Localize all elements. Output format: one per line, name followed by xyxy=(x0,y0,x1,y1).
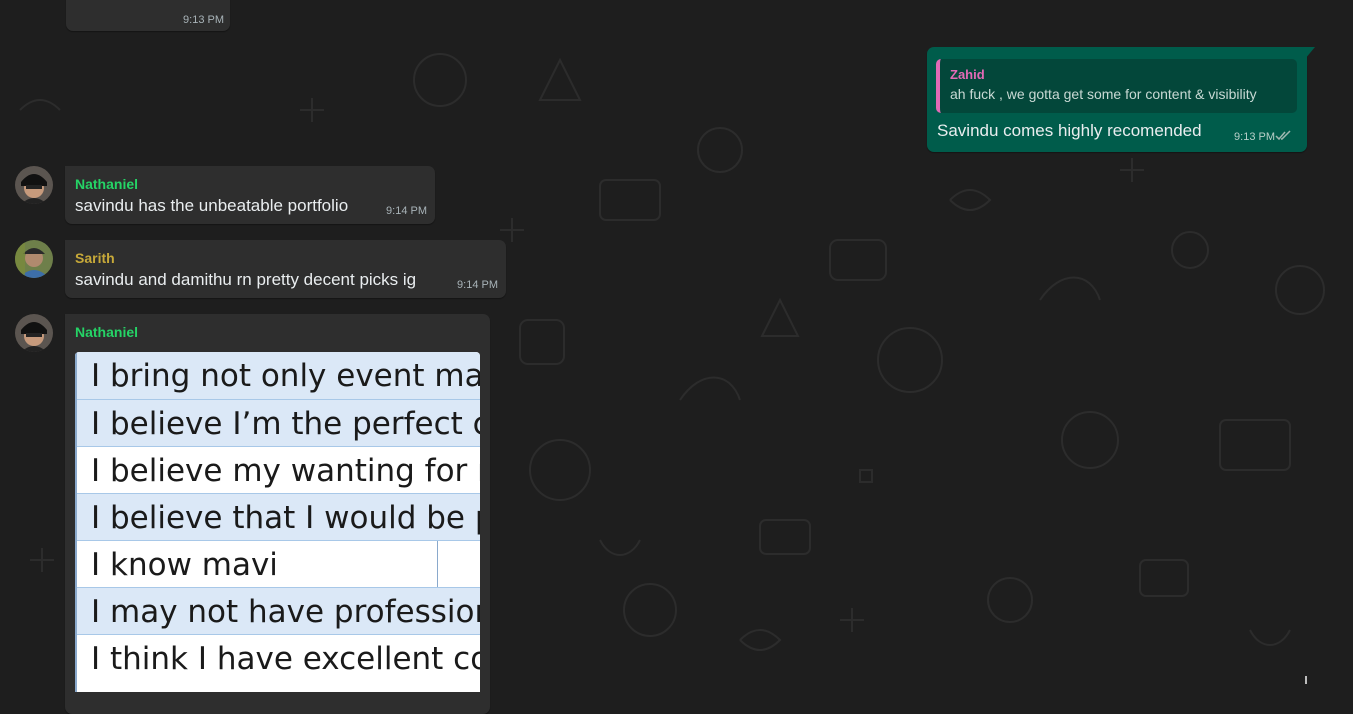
spreadsheet-row: I may not have professiona xyxy=(75,587,480,634)
spreadsheet-row: I believe that I would be pe xyxy=(75,493,480,540)
scrollbar-thumb[interactable] xyxy=(1305,676,1307,684)
row-text: I believe that I would be pe xyxy=(91,500,480,536)
row-text: I may not have professiona xyxy=(91,594,480,630)
incoming-message-bubble[interactable]: Nathaniel savindu has the unbeatable por… xyxy=(65,166,435,224)
cell-border xyxy=(437,541,438,587)
row-text: I think I have excellent com xyxy=(91,641,480,677)
message-time: 9:13 PM xyxy=(1234,131,1275,143)
message-text: Savindu comes highly recomended xyxy=(937,121,1202,140)
double-check-icon xyxy=(1275,130,1291,141)
row-text: I bring not only event mana xyxy=(91,358,480,394)
spreadsheet-row: I know mavi xyxy=(75,540,480,587)
row-text: I believe I’m the perfect car xyxy=(91,406,480,442)
message-bubble-previous: 9:13 PM xyxy=(66,0,230,31)
spreadsheet-row: I think I have excellent com xyxy=(75,634,480,681)
message-time: 9:13 PM xyxy=(183,14,224,26)
image-attachment[interactable]: I bring not only event mana I believe I’… xyxy=(75,352,480,692)
row-text: I know mavi xyxy=(91,547,278,583)
bubble-tail xyxy=(1305,47,1315,59)
message-text: savindu has the unbeatable portfolio xyxy=(75,196,349,215)
sender-name[interactable]: Nathaniel xyxy=(75,176,138,192)
sheet-left-border xyxy=(75,352,77,692)
outgoing-message-bubble[interactable]: Zahid ah fuck , we gotta get some for co… xyxy=(927,47,1307,152)
incoming-image-message-bubble[interactable]: Nathaniel I bring not only event mana I … xyxy=(65,314,490,714)
sender-name[interactable]: Nathaniel xyxy=(75,324,138,340)
sender-name[interactable]: Sarith xyxy=(75,250,115,266)
avatar-nathaniel[interactable] xyxy=(15,314,53,352)
quoted-message[interactable]: Zahid ah fuck , we gotta get some for co… xyxy=(936,59,1297,113)
row-text: I believe my wanting for no xyxy=(91,453,480,489)
message-text: savindu and damithu rn pretty decent pic… xyxy=(75,270,417,289)
spreadsheet-row: I believe I’m the perfect car xyxy=(75,399,480,446)
quoted-text: ah fuck , we gotta get some for content … xyxy=(950,86,1257,102)
avatar-sarith[interactable] xyxy=(15,240,53,278)
quoted-author: Zahid xyxy=(950,67,985,82)
spreadsheet-row: I bring not only event mana xyxy=(75,352,480,399)
incoming-message-bubble[interactable]: Sarith savindu and damithu rn pretty dec… xyxy=(65,240,506,298)
message-time: 9:14 PM xyxy=(386,205,427,217)
message-time: 9:14 PM xyxy=(457,279,498,291)
spreadsheet-row: I believe my wanting for no xyxy=(75,446,480,493)
avatar-nathaniel[interactable] xyxy=(15,166,53,204)
